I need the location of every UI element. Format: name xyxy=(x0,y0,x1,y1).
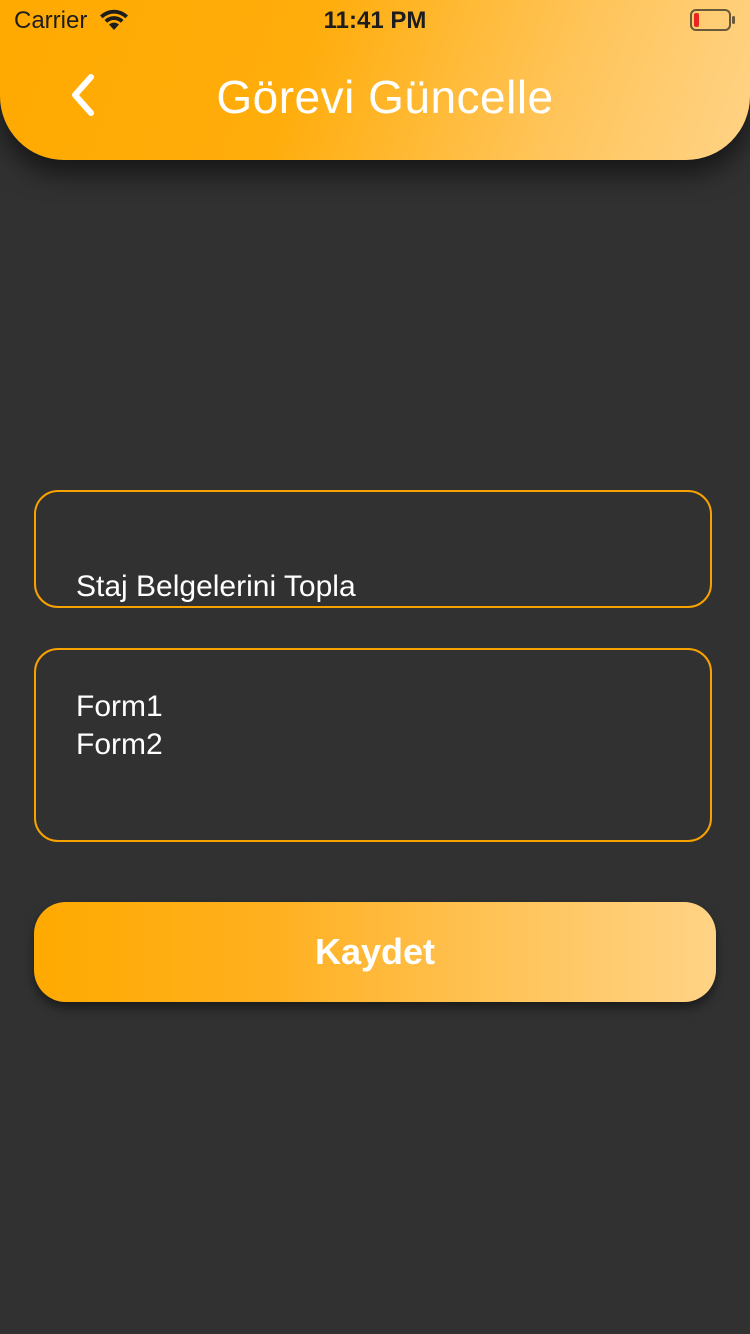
header-bar: Carrier 11:41 PM Görevi Güncelle xyxy=(0,0,750,160)
save-button-label: Kaydet xyxy=(314,931,436,972)
status-bar: Carrier 11:41 PM xyxy=(0,0,750,40)
back-button[interactable] xyxy=(56,70,110,124)
task-description-input[interactable]: Form1 Form2 xyxy=(76,688,670,764)
chevron-left-icon xyxy=(68,73,98,122)
books-icon xyxy=(88,606,116,670)
clock-time: 11:41 PM xyxy=(323,7,427,34)
battery-icon xyxy=(690,9,736,31)
page-title: Görevi Güncelle xyxy=(216,71,554,123)
task-title-field[interactable]: Staj Belgelerini Topla xyxy=(34,490,712,670)
save-button[interactable]: Kaydet xyxy=(34,902,716,1002)
task-title-input[interactable]: Staj Belgelerini Topla xyxy=(76,570,356,603)
task-description-field[interactable]: Form1 Form2 xyxy=(34,648,712,842)
